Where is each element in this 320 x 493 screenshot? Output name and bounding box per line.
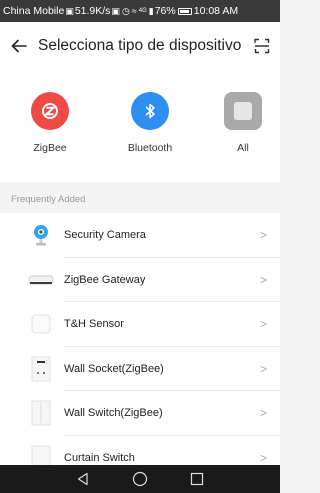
category-all[interactable]: All: [203, 92, 283, 154]
status-bar: China Mobile ▣ 51.9K/s ▣ ◷ ≈ 4G ▮ 76% 10…: [0, 0, 280, 22]
chevron-right-icon: >: [260, 361, 268, 376]
list-item[interactable]: Security Camera >: [0, 213, 280, 258]
gateway-icon: [24, 265, 58, 295]
wall-socket-icon: [24, 354, 58, 384]
home-circle-icon[interactable]: [132, 471, 148, 487]
list-item[interactable]: Wall Socket(ZigBee) >: [0, 347, 280, 391]
bluetooth-icon: [131, 92, 169, 130]
scan-button[interactable]: [244, 22, 280, 70]
recents-square-icon[interactable]: [190, 472, 204, 486]
battery-percent: 76%: [154, 5, 176, 17]
chevron-right-icon: >: [260, 228, 268, 243]
category-zigbee[interactable]: ZigBee: [10, 92, 90, 154]
wall-switch-icon: [24, 398, 58, 428]
back-button[interactable]: [0, 22, 38, 70]
chevron-right-icon: >: [260, 272, 268, 287]
zigbee-icon: [31, 92, 69, 130]
all-devices-icon: [224, 92, 262, 130]
clock: 10:08 AM: [193, 5, 239, 17]
system-nav-bar: [0, 465, 280, 493]
chevron-right-icon: >: [260, 317, 268, 332]
arrow-left-icon: [11, 39, 27, 53]
sensor-icon: [24, 309, 58, 339]
category-label: Bluetooth: [127, 142, 173, 154]
device-label: Wall Socket(ZigBee): [64, 362, 164, 375]
photo-notification-icon: ▣: [111, 5, 120, 16]
header: Selecciona tipo de dispositivo: [0, 22, 280, 70]
category-label: All: [237, 142, 249, 154]
device-label: Security Camera: [64, 229, 146, 242]
wifi-icon: ≈: [131, 6, 137, 16]
back-triangle-icon[interactable]: [76, 472, 90, 486]
chevron-right-icon: >: [260, 450, 268, 465]
device-list: Security Camera > ZigBee Gateway > T&H S…: [0, 213, 280, 480]
network-type: 4G: [138, 8, 147, 14]
chevron-right-icon: >: [260, 406, 268, 421]
section-label: Frequently Added: [11, 194, 86, 205]
list-item[interactable]: ZigBee Gateway >: [0, 258, 280, 302]
sim-icon: ▣: [65, 5, 74, 16]
page-title: Selecciona tipo de dispositivo: [38, 37, 242, 54]
carrier-label: China Mobile: [3, 5, 65, 17]
device-label: Wall Switch(ZigBee): [64, 407, 163, 420]
scan-icon: [254, 38, 270, 54]
battery-icon: [177, 7, 192, 15]
list-item[interactable]: T&H Sensor >: [0, 302, 280, 347]
camera-icon: [24, 220, 58, 250]
signal-icon: ▮: [148, 5, 154, 16]
category-bar: ZigBee Bluetooth All: [0, 70, 280, 182]
category-bluetooth[interactable]: Bluetooth: [110, 92, 190, 154]
device-label: Curtain Switch: [64, 451, 135, 464]
list-item[interactable]: Wall Switch(ZigBee) >: [0, 391, 280, 436]
device-label: T&H Sensor: [64, 318, 124, 331]
alarm-icon: ◷: [121, 5, 130, 16]
category-label: ZigBee: [33, 142, 67, 154]
device-label: ZigBee Gateway: [64, 273, 146, 286]
net-speed: 51.9K/s: [74, 5, 111, 17]
